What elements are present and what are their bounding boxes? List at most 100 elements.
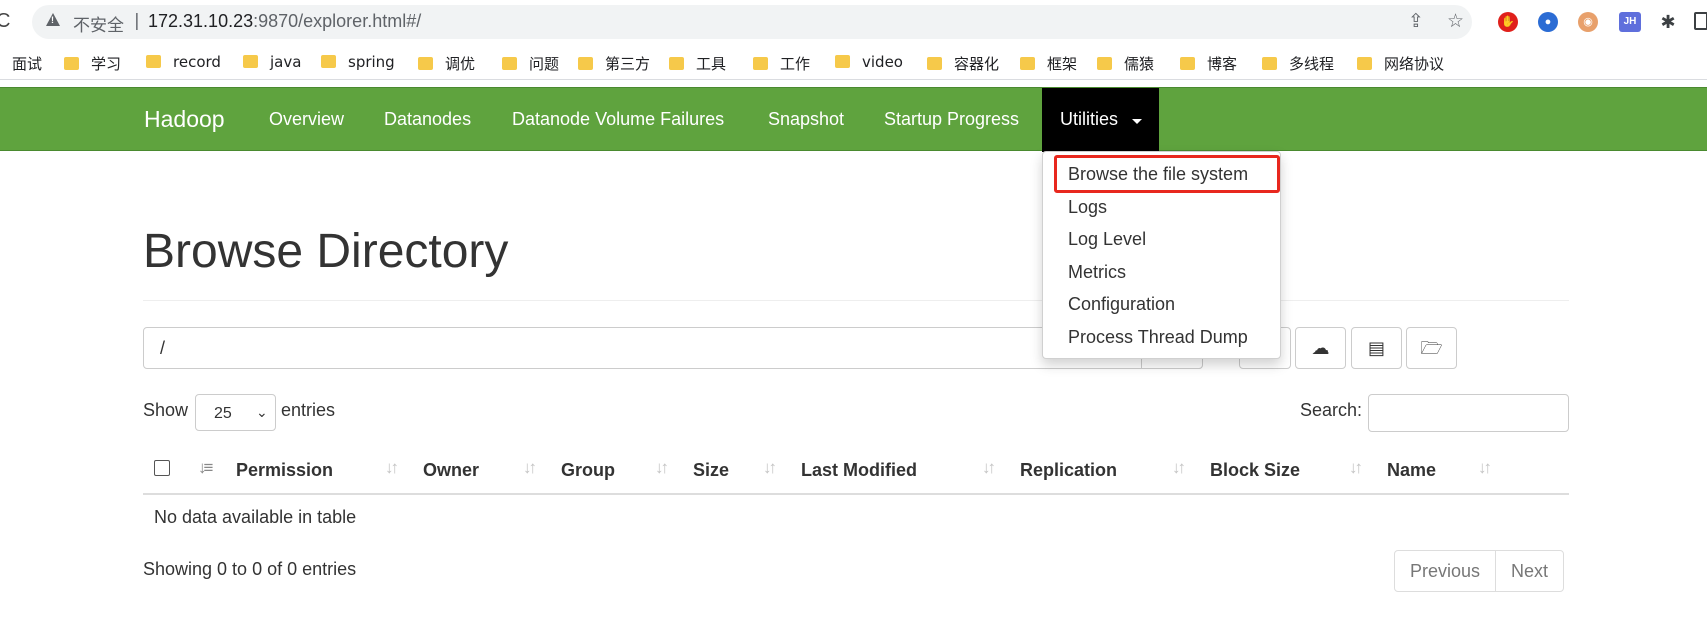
bookmark-label: video xyxy=(862,53,903,71)
bookmark-star-icon[interactable]: ☆ xyxy=(1447,10,1464,33)
menu-item-browse-file-system[interactable]: Browse the file system xyxy=(1068,164,1248,185)
bookmark-item[interactable]: 多线程 xyxy=(1262,53,1334,74)
browser-toolbar: C 不安全 | 172.31.10.23:9870/explorer.html#… xyxy=(0,0,1707,44)
bookmark-label: java xyxy=(270,53,302,71)
column-name[interactable]: Name xyxy=(1387,460,1436,481)
folder-icon xyxy=(418,57,433,70)
upload-button[interactable]: ☁ xyxy=(1295,327,1346,369)
folder-icon xyxy=(578,57,593,70)
nav-datanodes[interactable]: Datanodes xyxy=(384,109,471,130)
bookmark-item[interactable]: 第三方 xyxy=(578,53,650,74)
column-block-size[interactable]: Block Size xyxy=(1210,460,1300,481)
column-replication[interactable]: Replication xyxy=(1020,460,1117,481)
menu-item-process-thread-dump[interactable]: Process Thread Dump xyxy=(1068,327,1248,348)
bookmark-item[interactable]: record xyxy=(146,53,221,71)
cloud-upload-icon: ☁ xyxy=(1311,338,1330,358)
extension-globe-icon[interactable]: ● xyxy=(1538,12,1558,32)
nav-snapshot[interactable]: Snapshot xyxy=(768,109,844,130)
show-label: Show xyxy=(143,400,189,420)
reload-icon[interactable]: C xyxy=(0,10,10,33)
bookmark-item[interactable]: 面试 xyxy=(12,53,42,74)
bookmark-item[interactable]: 学习 xyxy=(64,53,121,74)
url-separator: | xyxy=(134,11,140,31)
sort-icon[interactable]: ↓↑ xyxy=(385,458,399,478)
puzzle-extensions-icon[interactable]: ✱ xyxy=(1658,12,1678,32)
entries-select[interactable]: 25 ⌄ xyxy=(195,394,276,431)
folder-icon xyxy=(753,57,768,70)
bookmarks-bar: 面试 学习 record java spring 调优 问题 第三方 工具 工作 video 容器化 框… xyxy=(0,44,1707,80)
list-view-button[interactable]: ▤ xyxy=(1351,327,1402,369)
folder-icon xyxy=(243,55,258,68)
bookmark-item[interactable]: video xyxy=(835,53,903,71)
bookmark-label: 多线程 xyxy=(1289,55,1335,73)
bookmark-item[interactable]: 网络协议 xyxy=(1357,53,1444,74)
folder-icon xyxy=(669,57,684,70)
bookmark-label: 儒猿 xyxy=(1124,55,1155,73)
bookmark-item[interactable]: 博客 xyxy=(1180,53,1237,74)
bookmark-item[interactable]: 调优 xyxy=(418,53,475,74)
folder-icon xyxy=(927,57,942,70)
url-path: :9870/explorer.html#/ xyxy=(253,11,422,31)
bookmark-item[interactable]: 框架 xyxy=(1020,53,1077,74)
nav-startup-progress[interactable]: Startup Progress xyxy=(884,109,1019,130)
search-input[interactable] xyxy=(1368,394,1569,432)
bookmark-label: 工具 xyxy=(696,55,727,73)
menu-item-logs[interactable]: Logs xyxy=(1068,197,1107,218)
nav-datanode-volume-failures[interactable]: Datanode Volume Failures xyxy=(512,109,724,130)
next-button[interactable]: Next xyxy=(1495,551,1563,591)
bookmark-item[interactable]: 问题 xyxy=(502,53,559,74)
adblock-extension-icon[interactable]: ✋ xyxy=(1498,12,1518,32)
bookmark-item[interactable]: 工作 xyxy=(753,53,810,74)
sort-icon[interactable]: ↓↑ xyxy=(523,458,537,478)
side-panel-icon[interactable] xyxy=(1694,12,1707,30)
column-permission[interactable]: Permission xyxy=(236,460,333,481)
folder-open-icon: 🗁 xyxy=(1420,338,1443,358)
create-folder-button[interactable]: 🗁 xyxy=(1406,327,1457,369)
bookmark-label: 问题 xyxy=(529,55,560,73)
brand-logo[interactable]: Hadoop xyxy=(144,106,225,133)
column-group[interactable]: Group xyxy=(561,460,615,481)
table-row: No data available in table xyxy=(143,495,1569,540)
bookmark-item[interactable]: 工具 xyxy=(669,53,726,74)
bookmark-item[interactable]: spring xyxy=(321,53,395,71)
bookmark-item[interactable]: 儒猿 xyxy=(1097,53,1154,74)
column-size[interactable]: Size xyxy=(693,460,729,481)
table-info: Showing 0 to 0 of 0 entries xyxy=(143,559,357,579)
warning-icon[interactable] xyxy=(46,13,60,26)
bookmark-item[interactable]: 容器化 xyxy=(927,53,999,74)
column-last-modified[interactable]: Last Modified xyxy=(801,460,917,481)
bookmark-label: 学习 xyxy=(91,55,122,73)
security-label[interactable]: 不安全 xyxy=(73,11,124,36)
sort-icon[interactable]: ↓↑ xyxy=(763,458,777,478)
extension-face-icon[interactable]: ◉ xyxy=(1578,12,1598,32)
nav-overview[interactable]: Overview xyxy=(269,109,344,130)
select-all-checkbox[interactable] xyxy=(154,460,170,476)
bookmark-item[interactable]: java xyxy=(243,53,301,71)
sort-icon[interactable]: ↓≡ xyxy=(198,458,214,478)
share-icon[interactable]: ⇪ xyxy=(1408,10,1424,33)
folder-icon xyxy=(1180,57,1195,70)
title-divider xyxy=(143,300,1569,301)
sort-icon[interactable]: ↓↑ xyxy=(1172,458,1186,478)
bookmark-label: spring xyxy=(348,53,395,71)
sort-icon[interactable]: ↓↑ xyxy=(655,458,669,478)
nav-utilities-label: Utilities xyxy=(1060,109,1119,129)
url-text[interactable]: 172.31.10.23:9870/explorer.html#/ xyxy=(148,11,421,32)
menu-item-log-level[interactable]: Log Level xyxy=(1068,229,1146,250)
jetbrains-extension-icon[interactable]: JH xyxy=(1619,12,1641,32)
nav-utilities[interactable]: Utilities xyxy=(1042,88,1159,152)
entries-label: entries xyxy=(281,400,336,420)
bookmark-label: 框架 xyxy=(1047,55,1078,73)
column-owner[interactable]: Owner xyxy=(423,460,479,481)
previous-button[interactable]: Previous xyxy=(1395,551,1495,591)
menu-item-configuration[interactable]: Configuration xyxy=(1068,294,1175,315)
bookmark-label: record xyxy=(173,53,221,71)
table-header: ↓≡ Permission ↓↑ Owner ↓↑ Group ↓↑ Size … xyxy=(143,450,1569,495)
sort-icon[interactable]: ↓↑ xyxy=(982,458,996,478)
bookmark-label: 容器化 xyxy=(954,55,1000,73)
menu-item-metrics[interactable]: Metrics xyxy=(1068,262,1126,283)
pagination: Previous Next xyxy=(1394,550,1565,592)
sort-icon[interactable]: ↓↑ xyxy=(1478,458,1492,478)
sort-icon[interactable]: ↓↑ xyxy=(1349,458,1363,478)
bookmark-label: 第三方 xyxy=(605,55,651,73)
